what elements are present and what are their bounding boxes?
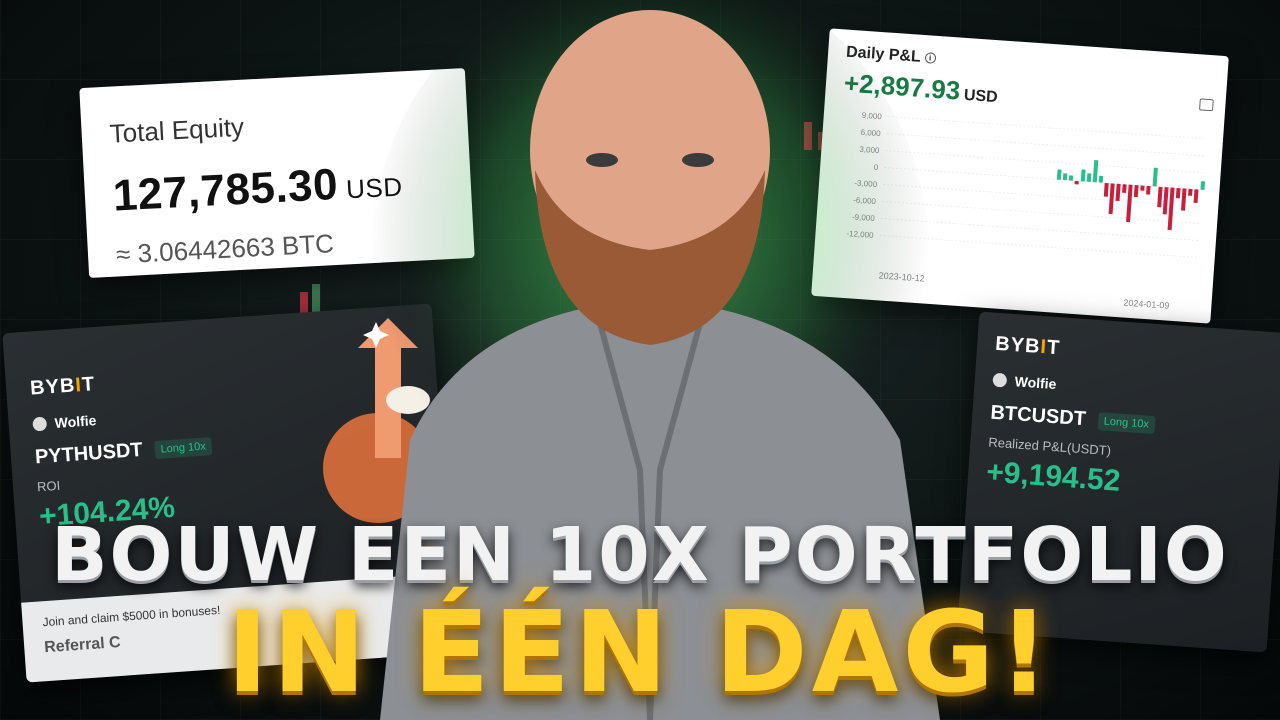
trader-user: Wolfie: [992, 372, 1266, 407]
bybit-logo: BYBIT: [994, 333, 1269, 375]
pnl-bar: [1098, 175, 1104, 183]
chart-end-date: 2024-01-09: [1123, 298, 1170, 311]
pnl-currency: USD: [963, 86, 999, 107]
pnl-bar: [1162, 187, 1169, 215]
pnl-bar: [1152, 167, 1158, 187]
pnl-bar: [1133, 185, 1139, 198]
pnl-bar: [1115, 183, 1121, 202]
headline-line-1: BOUW EEN 10X PORTFOLIO: [51, 512, 1229, 598]
pnl-bar: [1180, 188, 1187, 211]
pnl-bar: [1062, 173, 1068, 181]
pnl-bar: [1157, 186, 1163, 208]
pair-name: PYTHUSDT: [34, 438, 144, 469]
pnl-bar: [1193, 189, 1199, 204]
pnl-bar: [1188, 188, 1193, 196]
pnl-bar: [1103, 182, 1109, 197]
pnl-bar: [1175, 187, 1181, 199]
pnl-bar: [1167, 187, 1175, 231]
brand-text: BYBIT: [29, 373, 96, 400]
headline-line-2: IN ÉÉN DAG!: [226, 588, 1054, 718]
position-badge: Long 10x: [153, 436, 213, 459]
pnl-bar: [1068, 175, 1074, 181]
avatar: [32, 416, 48, 432]
pnl-bar: [1080, 169, 1086, 182]
avatar: [992, 372, 1008, 388]
equity-value: 127,785.30: [111, 159, 340, 221]
expand-icon[interactable]: [1199, 98, 1214, 112]
pnl-bar: [1140, 185, 1145, 191]
pnl-bar: [1086, 173, 1092, 182]
pnl-bar: [1056, 169, 1062, 180]
pnl-bar: [1122, 184, 1127, 193]
pnl-bar: [1092, 160, 1099, 183]
pnl-bar: [1126, 184, 1133, 223]
trader-name: Wolfie: [1014, 373, 1057, 393]
brand-text: BYBIT: [994, 332, 1061, 360]
pnl-bar: [1200, 181, 1206, 190]
trader-name: Wolfie: [54, 412, 97, 431]
pnl-bar: [1146, 185, 1151, 195]
pair-name: BTCUSDT: [989, 401, 1087, 431]
pnl-bar: [1108, 183, 1115, 215]
pnl-bar: [1074, 180, 1079, 185]
position-badge: Long 10x: [1097, 411, 1156, 434]
